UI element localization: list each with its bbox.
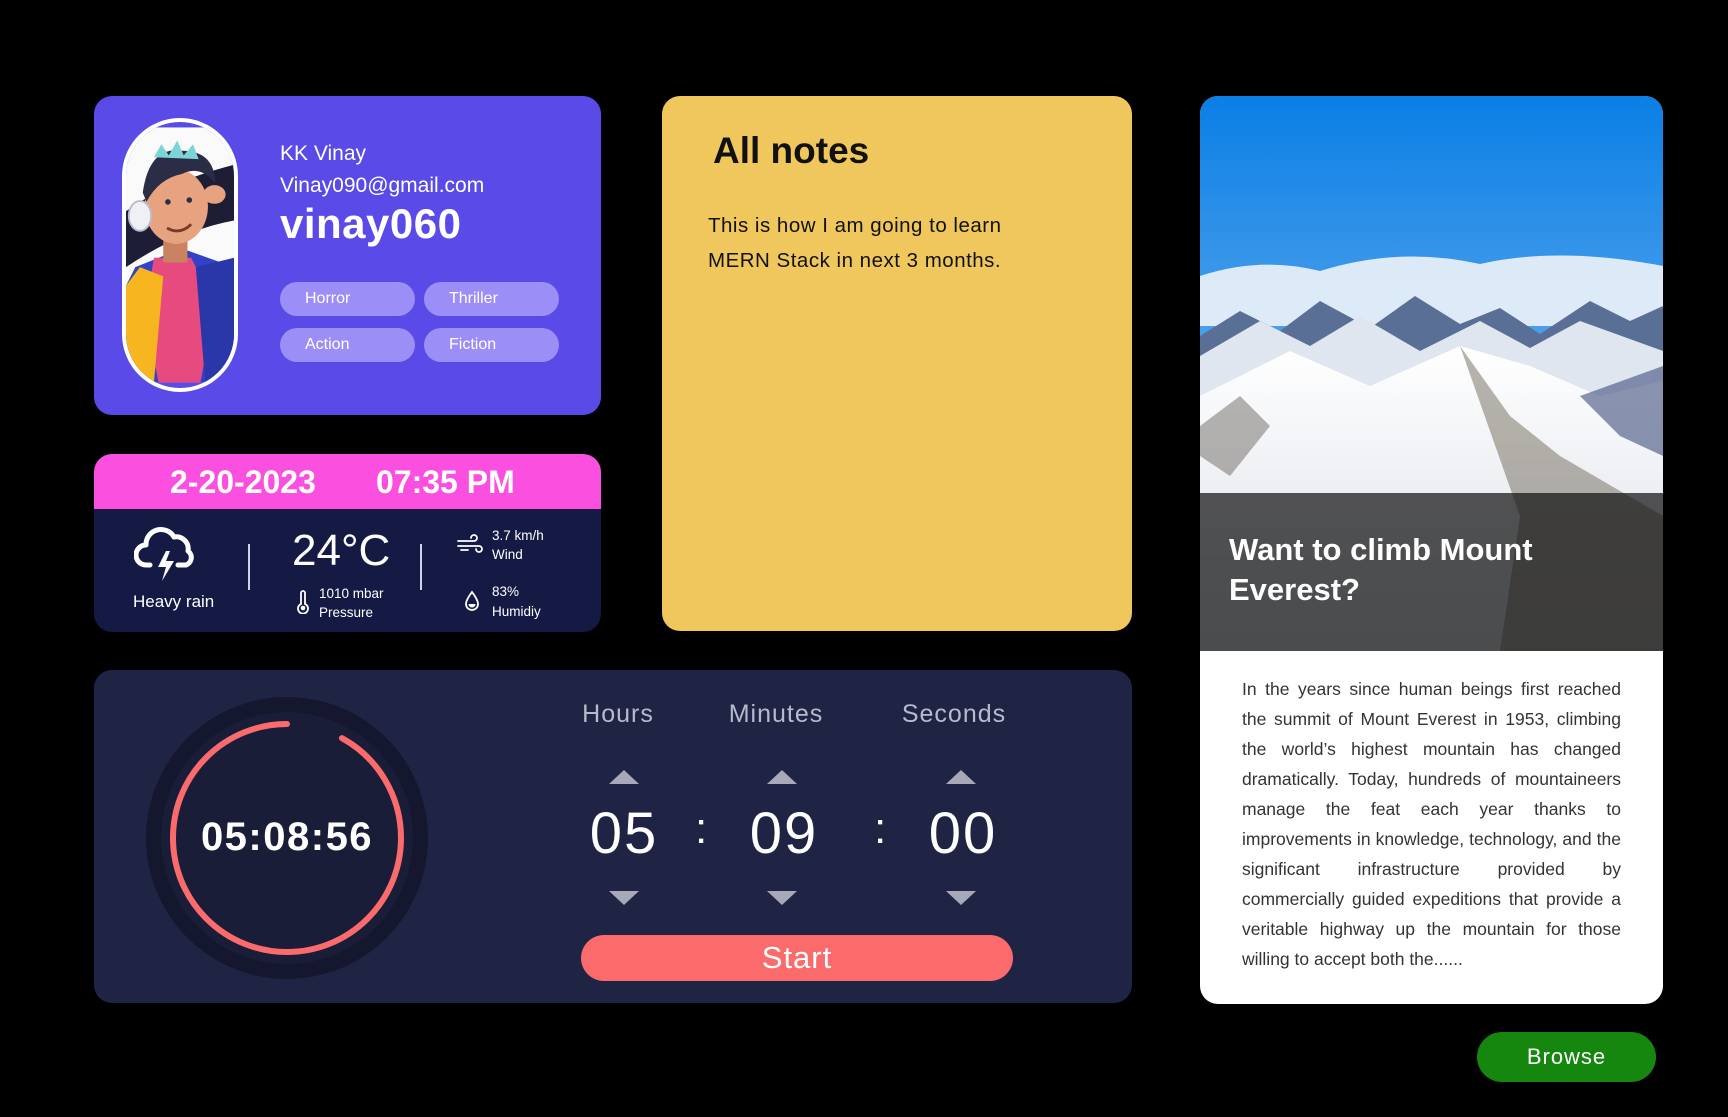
humidity-drop-icon bbox=[465, 590, 479, 611]
weather-time: 07:35 PM bbox=[376, 464, 515, 500]
avatar[interactable] bbox=[122, 118, 238, 392]
hours-up-arrow-icon[interactable] bbox=[609, 770, 639, 784]
minutes-up-arrow-icon[interactable] bbox=[767, 770, 797, 784]
pressure-label: Pressure bbox=[319, 605, 374, 620]
humidity-value: 83% bbox=[492, 584, 520, 599]
tag-thriller[interactable]: Thriller bbox=[424, 282, 559, 316]
seconds-value[interactable]: 00 bbox=[893, 800, 1033, 867]
notes-card[interactable]: All notes This is how I am going to lear… bbox=[662, 96, 1132, 631]
minutes-down-arrow-icon[interactable] bbox=[767, 891, 797, 905]
profile-email: Vinay090@gmail.com bbox=[280, 174, 485, 197]
profile-card: KK Vinay Vinay090@gmail.com vinay060 Hor… bbox=[94, 96, 601, 415]
wind-icon bbox=[457, 534, 483, 553]
profile-name: KK Vinay bbox=[280, 142, 366, 165]
weather-condition: Heavy rain bbox=[133, 592, 215, 611]
article-title[interactable]: Want to climb Mount Everest? bbox=[1229, 530, 1649, 610]
weather-temperature: 24°C bbox=[292, 526, 391, 575]
divider bbox=[248, 544, 250, 590]
weather-date: 2-20-2023 bbox=[170, 464, 316, 500]
pressure-value: 1010 mbar bbox=[319, 586, 384, 601]
minutes-value[interactable]: 09 bbox=[714, 800, 854, 867]
article-card: Want to climb Mount Everest? In the year… bbox=[1200, 96, 1663, 1004]
weather-card: 2-20-2023 07:35 PM Heavy rain 24°C 1010 … bbox=[94, 454, 601, 632]
hours-label: Hours bbox=[582, 700, 654, 728]
seconds-label: Seconds bbox=[901, 700, 1007, 728]
wind-value: 3.7 km/h bbox=[492, 528, 544, 543]
start-button[interactable]: Start bbox=[581, 935, 1013, 981]
notes-title: All notes bbox=[713, 130, 870, 171]
separator: : bbox=[695, 804, 708, 853]
notes-body[interactable]: This is how I am going to learn MERN Sta… bbox=[708, 208, 1068, 278]
storm-cloud-icon bbox=[134, 526, 194, 581]
divider bbox=[420, 544, 422, 590]
article-body: In the years since human beings first re… bbox=[1242, 679, 1621, 969]
tag-horror[interactable]: Horror bbox=[280, 282, 415, 316]
hours-down-arrow-icon[interactable] bbox=[609, 891, 639, 905]
seconds-down-arrow-icon[interactable] bbox=[946, 891, 976, 905]
tag-fiction[interactable]: Fiction bbox=[424, 328, 559, 362]
tag-action[interactable]: Action bbox=[280, 328, 415, 362]
hours-value[interactable]: 05 bbox=[554, 800, 694, 867]
humidity-label: Humidiy bbox=[492, 604, 541, 619]
separator: : bbox=[874, 804, 887, 853]
timer-display: 05:08:56 bbox=[200, 815, 374, 859]
thermometer-icon bbox=[297, 590, 309, 614]
seconds-up-arrow-icon[interactable] bbox=[946, 770, 976, 784]
avatar-illustration bbox=[126, 127, 234, 383]
profile-username: vinay060 bbox=[280, 200, 462, 247]
wind-label: Wind bbox=[492, 547, 523, 562]
minutes-label: Minutes bbox=[728, 700, 824, 728]
timer-card: 05:08:56 Hours Minutes Seconds 05 : 09 :… bbox=[94, 670, 1132, 1003]
browse-button[interactable]: Browse bbox=[1477, 1032, 1656, 1082]
